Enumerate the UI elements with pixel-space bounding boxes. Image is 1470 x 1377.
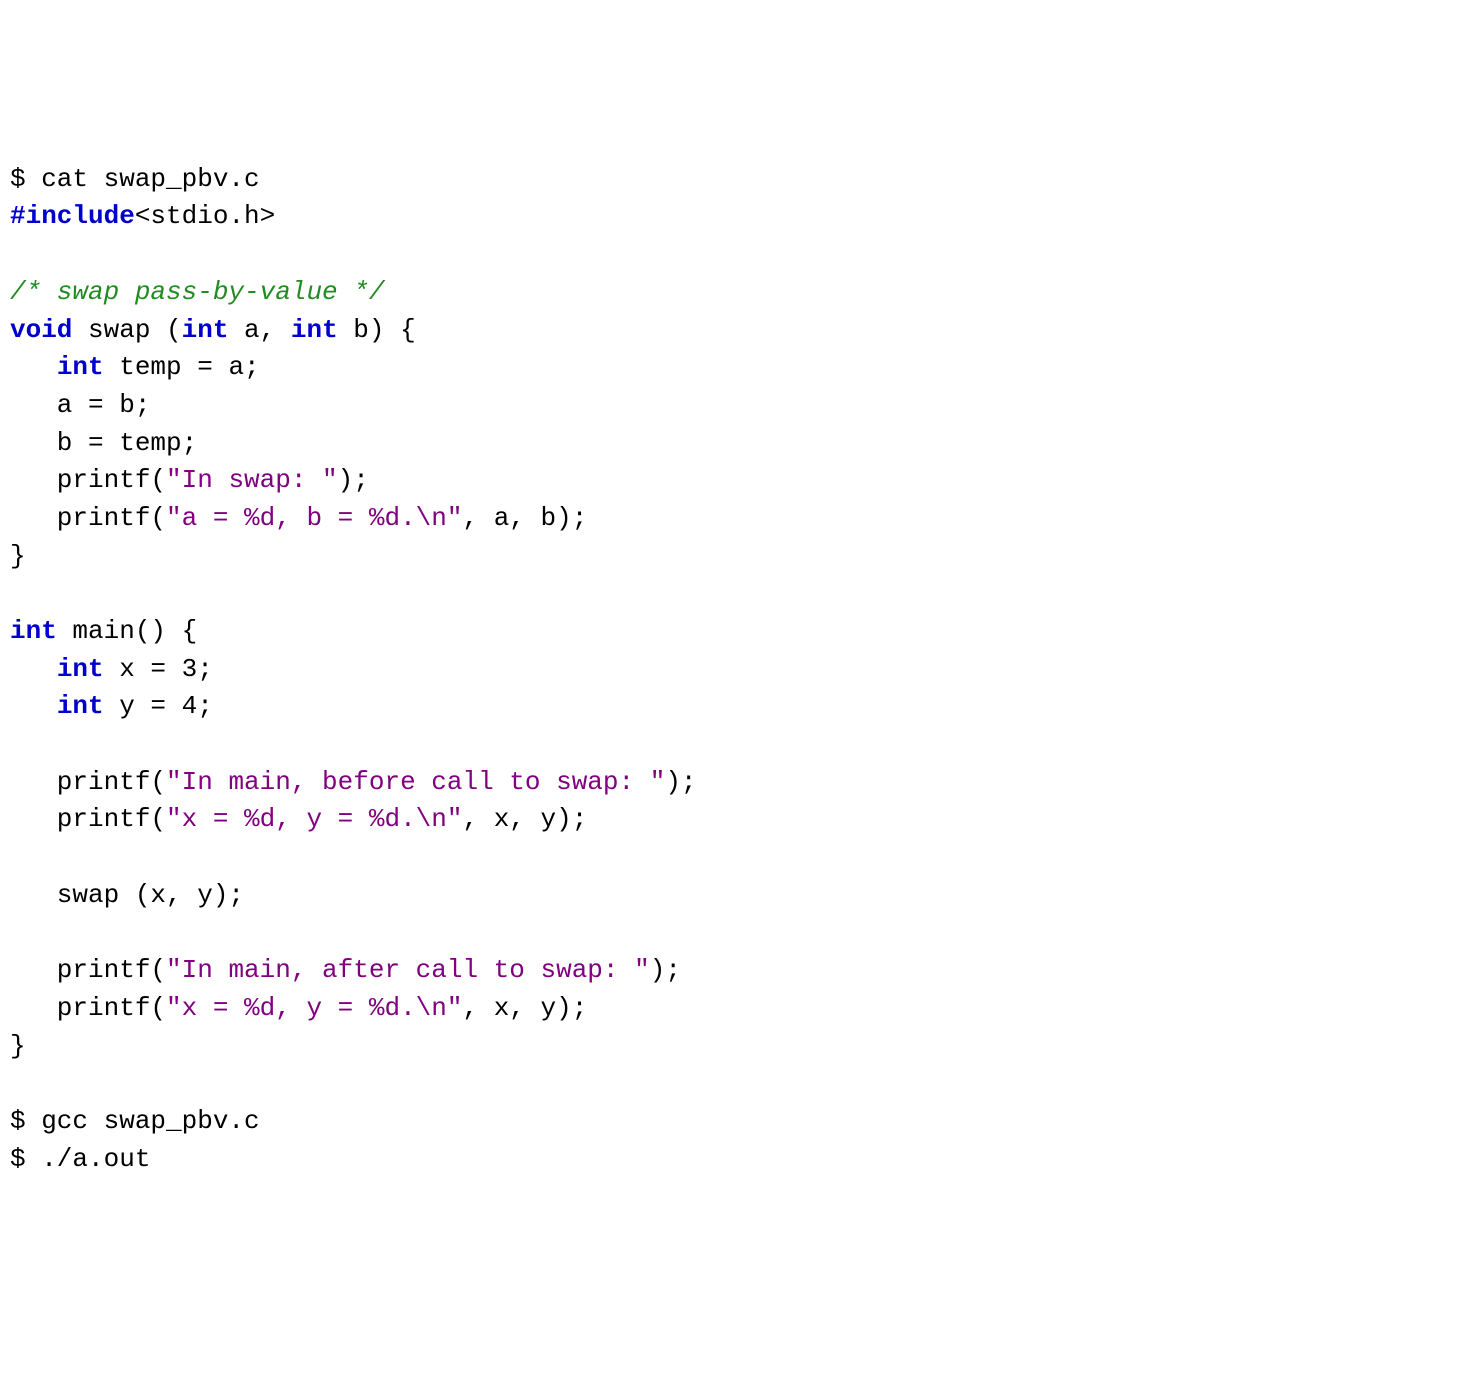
code-text: <stdio.h> — [135, 201, 275, 231]
code-text: x = 3; — [104, 654, 213, 684]
code-text: } — [10, 1031, 26, 1061]
code-text: printf( — [10, 767, 166, 797]
code-text: b) { — [338, 315, 416, 345]
string-literal: "In main, after call to swap: " — [166, 955, 650, 985]
keyword-include: #include — [10, 201, 135, 231]
code-text: main() { — [57, 616, 197, 646]
comment: /* swap pass-by-value */ — [10, 277, 384, 307]
keyword-int: int — [182, 315, 229, 345]
code-text: printf( — [10, 804, 166, 834]
code-text: a, — [228, 315, 290, 345]
code-text: , a, b); — [462, 503, 587, 533]
code-text: printf( — [10, 503, 166, 533]
code-text: swap (x, y); — [10, 880, 244, 910]
code-text: ); — [338, 465, 369, 495]
code-text: temp = a; — [104, 352, 260, 382]
string-literal: "x = %d, y = %d.\n" — [166, 993, 462, 1023]
string-literal: "In swap: " — [166, 465, 338, 495]
code-text: printf( — [10, 955, 166, 985]
code-listing: $ cat swap_pbv.c #include<stdio.h> /* sw… — [10, 161, 1460, 1179]
code-text: y = 4; — [104, 691, 213, 721]
code-text — [10, 691, 57, 721]
shell-command: $ cat swap_pbv.c — [10, 164, 260, 194]
code-text: , x, y); — [462, 804, 587, 834]
code-text: b = temp; — [10, 428, 197, 458]
keyword-int: int — [57, 654, 104, 684]
string-literal: "a = %d, b = %d.\n" — [166, 503, 462, 533]
code-text: a = b; — [10, 390, 150, 420]
code-text: printf( — [10, 465, 166, 495]
code-text — [10, 654, 57, 684]
shell-command: $ gcc swap_pbv.c — [10, 1106, 260, 1136]
string-literal: "x = %d, y = %d.\n" — [166, 804, 462, 834]
keyword-int: int — [57, 691, 104, 721]
keyword-int: int — [10, 616, 57, 646]
string-literal: "In main, before call to swap: " — [166, 767, 665, 797]
code-text: printf( — [10, 993, 166, 1023]
code-text: } — [10, 541, 26, 571]
code-text: ); — [650, 955, 681, 985]
code-text: swap ( — [72, 315, 181, 345]
shell-command: $ ./a.out — [10, 1144, 150, 1174]
keyword-int: int — [57, 352, 104, 382]
code-text: , x, y); — [462, 993, 587, 1023]
keyword-void: void — [10, 315, 72, 345]
keyword-int: int — [291, 315, 338, 345]
code-text: ); — [665, 767, 696, 797]
code-text — [10, 352, 57, 382]
